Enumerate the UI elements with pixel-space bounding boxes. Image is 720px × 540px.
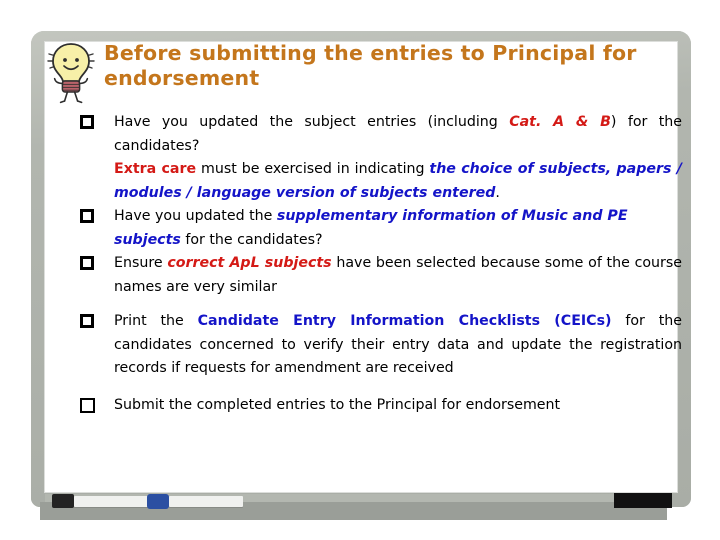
emphasis-cat-a-b: Cat. A & B [509,114,611,130]
checklist: Have you updated the subject entries (in… [80,111,684,417]
checklist-item-text: Have you updated the supplementary infor… [114,208,628,248]
emphasis-extra-care: Extra care [114,161,197,177]
emphasis-correct-apl: correct ApL subjects [167,255,332,271]
blue-marker-body-icon[interactable] [169,496,243,507]
blue-marker-cap-icon[interactable] [147,494,169,509]
checkbox-update-subject-entries[interactable] [80,115,94,129]
black-marker-cap-icon[interactable] [52,494,74,508]
checkbox-correct-apl-subjects[interactable] [80,256,94,270]
checklist-item-print-ceics[interactable]: Print the Candidate Entry Information Ch… [80,310,684,381]
whiteboard-eraser-icon[interactable] [614,493,672,508]
slide-title: Before submitting the entries to Princip… [104,41,637,90]
emphasis-ceics: Candidate Entry Information Checklists (… [197,313,612,329]
checklist-note-extra-care: Extra care must be exercised in indicati… [80,158,684,205]
checklist-item-correct-apl-subjects[interactable]: Ensure correct ApL subjects have been se… [80,252,684,299]
slide-content: Before submitting the entries to Princip… [44,41,684,471]
checklist-note-text: Extra care must be exercised in indicati… [114,161,682,201]
checklist-item-update-subject-entries[interactable]: Have you updated the subject entries (in… [80,111,684,158]
black-marker-body-icon[interactable] [74,496,157,507]
checklist-item-supplementary-music-pe[interactable]: Have you updated the supplementary infor… [80,205,684,252]
slide-title-row: Before submitting the entries to Princip… [44,41,664,105]
checklist-item-text: Ensure correct ApL subjects have been se… [114,255,682,295]
checkbox-submit-entries[interactable] [80,397,95,413]
checklist-item-text: Have you updated the subject entries (in… [114,114,682,154]
emphasis-supplementary-info: supplementary information of Music and P… [114,208,628,248]
checkbox-print-ceics[interactable] [80,314,94,328]
checkbox-supplementary-music-pe[interactable] [80,209,94,223]
slide-canvas: Before submitting the entries to Princip… [0,0,720,540]
checklist-item-submit-entries[interactable]: Submit the completed entries to the Prin… [80,394,684,418]
emphasis-choice-of-subjects: the choice of subjects, papers / modules… [114,161,682,201]
lightbulb-idea-icon [42,39,100,105]
checklist-item-text: Submit the completed entries to the Prin… [114,396,561,413]
checklist-item-text: Print the Candidate Entry Information Ch… [114,313,682,376]
